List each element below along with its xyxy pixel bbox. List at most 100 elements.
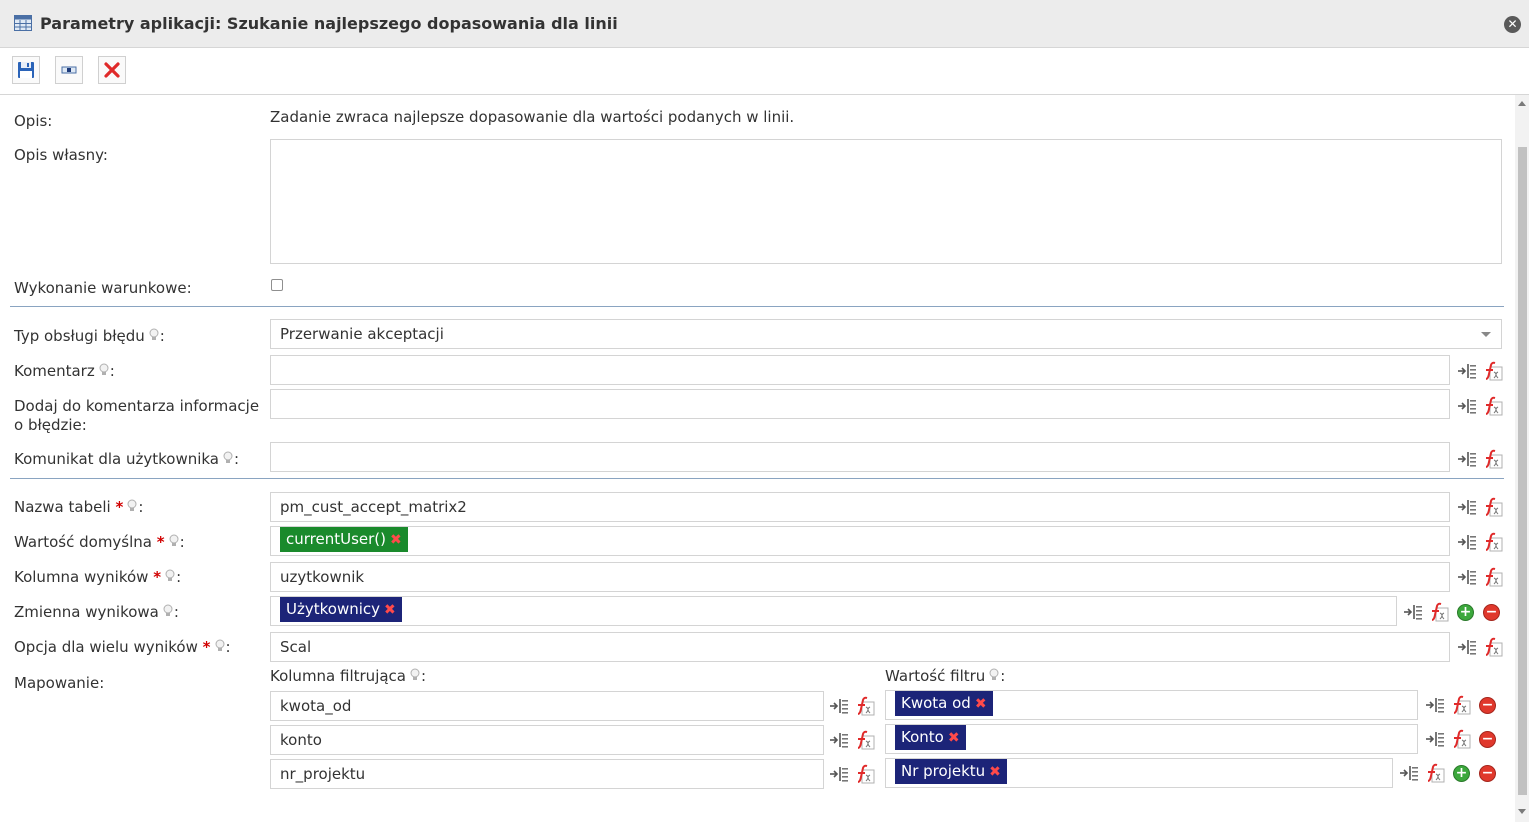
mapping-value-input[interactable]: Konto ✖ [885, 724, 1418, 754]
remove-tag-icon[interactable]: ✖ [975, 696, 987, 712]
hint-icon[interactable] [169, 534, 179, 548]
insert-variable-icon[interactable] [1457, 449, 1477, 469]
hint-icon[interactable] [165, 569, 175, 583]
remove-tag-icon[interactable]: ✖ [390, 532, 402, 548]
function-editor-icon[interactable] [1483, 567, 1503, 587]
add-row-icon[interactable]: + [1457, 604, 1474, 621]
insert-variable-icon[interactable] [1403, 602, 1423, 622]
delete-button[interactable] [98, 56, 126, 84]
function-editor-icon[interactable] [1429, 602, 1449, 622]
remove-row-icon[interactable]: − [1479, 765, 1496, 782]
function-editor-icon[interactable] [1483, 396, 1503, 416]
insert-variable-icon[interactable] [1425, 695, 1445, 715]
save-button[interactable] [12, 56, 40, 84]
remove-tag-icon[interactable]: ✖ [948, 730, 960, 746]
komentarz-label-text: Komentarz [14, 362, 95, 380]
insert-variable-icon[interactable] [1425, 729, 1445, 749]
remove-tag-icon[interactable]: ✖ [384, 602, 396, 618]
colon: : [173, 603, 179, 621]
window-title: Parametry aplikacji: Szukanie najlepszeg… [40, 14, 618, 33]
add-row-icon[interactable]: + [1453, 765, 1470, 782]
uzytkownicy-tag: Użytkownicy ✖ [280, 597, 402, 622]
hint-icon[interactable] [215, 639, 225, 653]
step-button[interactable] [55, 56, 83, 84]
typ-bledu-selected: Przerwanie akceptacji [280, 325, 444, 343]
typ-bledu-label-text: Typ obsługi błędu [14, 327, 145, 345]
function-editor-icon[interactable] [1451, 729, 1471, 749]
mapping-value-input[interactable]: Nr projektu ✖ [885, 758, 1393, 788]
insert-variable-icon[interactable] [1399, 763, 1419, 783]
komentarz-label: Komentarz: [14, 362, 115, 380]
opis-label: Opis: [14, 112, 53, 130]
function-editor-icon[interactable] [1425, 763, 1445, 783]
mapping-column-input[interactable]: konto [270, 725, 824, 755]
required-asterisk: * [156, 533, 165, 551]
hint-icon[interactable] [149, 328, 159, 342]
tag-label: Konto [901, 728, 944, 746]
function-editor-icon[interactable] [1483, 532, 1503, 552]
mapping-column-input[interactable]: nr_projektu [270, 759, 824, 789]
required-asterisk: * [202, 638, 211, 656]
hint-icon[interactable] [410, 668, 420, 682]
komunikat-label-text: Komunikat dla użytkownika [14, 450, 219, 468]
insert-variable-icon[interactable] [1457, 567, 1477, 587]
function-editor-icon[interactable] [1483, 637, 1503, 657]
insert-variable-icon[interactable] [1457, 637, 1477, 657]
tag-label: Kwota od [901, 694, 971, 712]
komentarz-input[interactable] [270, 355, 1450, 385]
scrollbar-thumb[interactable] [1518, 147, 1527, 795]
scroll-up-icon[interactable] [1518, 101, 1526, 106]
function-editor-icon[interactable] [855, 696, 875, 716]
mapowanie-label: Mapowanie: [14, 674, 105, 692]
remove-row-icon[interactable]: − [1479, 731, 1496, 748]
nazwa-tabeli-input[interactable]: pm_cust_accept_matrix2 [270, 492, 1450, 522]
function-editor-icon[interactable] [1483, 361, 1503, 381]
insert-variable-icon[interactable] [1457, 497, 1477, 517]
insert-variable-icon[interactable] [1457, 361, 1477, 381]
hint-icon[interactable] [163, 604, 173, 618]
tag-label: Nr projektu [901, 762, 986, 780]
mapping-value-tag: Nr projektu ✖ [895, 759, 1007, 784]
opis-wlasny-textarea[interactable] [270, 139, 1502, 264]
hint-icon[interactable] [223, 451, 233, 465]
close-window-button[interactable]: ✕ [1504, 16, 1521, 33]
wartosc-domyslna-input[interactable]: currentUser() ✖ [270, 526, 1450, 556]
dodaj-informacje-label: Dodaj do komentarza informacje o błędzie… [14, 397, 260, 434]
insert-variable-icon[interactable] [1457, 396, 1477, 416]
scroll-down-icon[interactable] [1518, 809, 1526, 814]
typ-bledu-select[interactable]: Przerwanie akceptacji [270, 319, 1502, 349]
function-editor-icon[interactable] [1451, 695, 1471, 715]
komunikat-input[interactable] [270, 442, 1450, 472]
required-asterisk: * [115, 498, 124, 516]
zmienna-wynikowa-input[interactable]: Użytkownicy ✖ [270, 596, 1397, 626]
function-editor-icon[interactable] [855, 730, 875, 750]
toolbar [0, 48, 1529, 95]
insert-variable-icon[interactable] [829, 730, 849, 750]
hint-icon[interactable] [127, 499, 137, 513]
mapping-column-input[interactable]: kwota_od [270, 691, 824, 721]
insert-variable-icon[interactable] [829, 764, 849, 784]
zmienna-wynikowa-label-text: Zmienna wynikowa [14, 603, 159, 621]
function-editor-icon[interactable] [855, 764, 875, 784]
remove-tag-icon[interactable]: ✖ [989, 764, 1001, 780]
function-editor-icon[interactable] [1483, 497, 1503, 517]
remove-row-icon[interactable]: − [1483, 604, 1500, 621]
hint-icon[interactable] [99, 363, 109, 377]
insert-variable-icon[interactable] [829, 696, 849, 716]
hint-icon[interactable] [989, 668, 999, 682]
remove-row-icon[interactable]: − [1479, 697, 1496, 714]
insert-variable-icon[interactable] [1457, 532, 1477, 552]
vertical-scrollbar[interactable] [1515, 95, 1529, 822]
kolumna-filtrujaca-header: Kolumna filtrująca: [270, 667, 426, 685]
colon: : [109, 362, 115, 380]
wykonanie-warunkowe-checkbox[interactable] [271, 279, 283, 291]
opcja-wielu-wynikow-input[interactable]: Scal [270, 632, 1450, 662]
dodaj-informacje-input[interactable] [270, 389, 1450, 419]
kolumna-wynikow-label-text: Kolumna wyników [14, 568, 149, 586]
function-editor-icon[interactable] [1483, 449, 1503, 469]
mapping-value-input[interactable]: Kwota od ✖ [885, 690, 1418, 720]
komunikat-label: Komunikat dla użytkownika: [14, 450, 239, 468]
kolumna-wynikow-input[interactable]: uzytkownik [270, 562, 1450, 592]
colon: : [138, 498, 144, 516]
opis-wlasny-label: Opis własny: [14, 146, 108, 164]
